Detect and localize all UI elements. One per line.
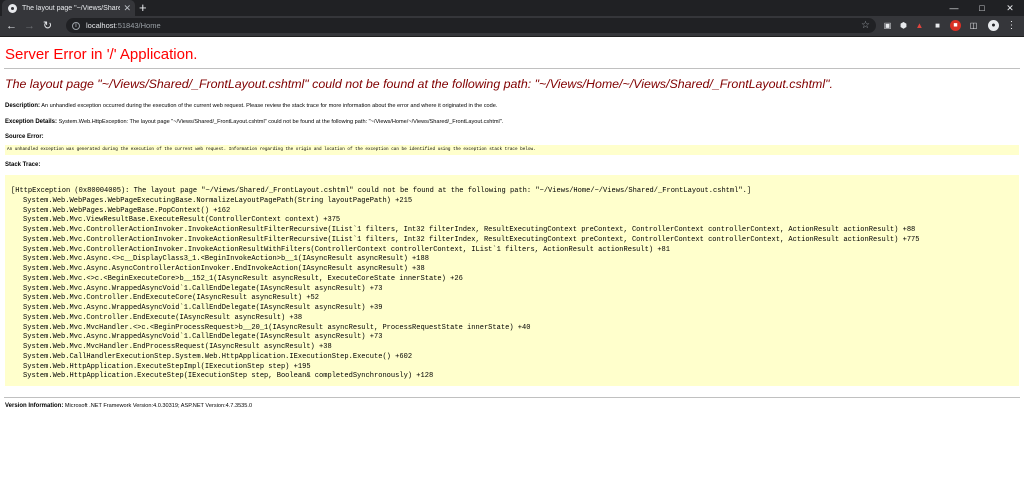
- exception-label: Exception Details:: [5, 119, 58, 125]
- stack-frame-line: System.Web.Mvc.ControllerActionInvoker.I…: [23, 226, 916, 234]
- url-text[interactable]: localhost:51843/Home: [86, 21, 861, 30]
- extension-icon[interactable]: ◫: [968, 20, 979, 31]
- tab-title: The layout page "~/Views/Shared/_FrontLa…: [22, 4, 121, 12]
- source-error-heading: Source Error:: [5, 134, 44, 140]
- extension-icon[interactable]: ⬢: [898, 20, 909, 31]
- close-icon[interactable]: ✕: [123, 3, 131, 13]
- stack-frame-line: System.Web.Mvc.Async.AsyncControllerActi…: [23, 265, 425, 273]
- stack-frame-line: System.Web.WebPages.WebPageBase.PopConte…: [23, 206, 231, 215]
- stack-frame-line: System.Web.Mvc.MvcHandler.<>c.<BeginProc…: [23, 323, 531, 332]
- stack-frame-line: System.Web.Mvc.Controller.EndExecuteCore…: [23, 294, 320, 303]
- forward-arrow-icon[interactable]: →: [22, 20, 37, 32]
- exception-line: Exception Details: System.Web.HttpExcept…: [5, 119, 1020, 125]
- new-tab-button[interactable]: +: [139, 1, 147, 15]
- star-icon[interactable]: ☆: [861, 20, 870, 31]
- back-arrow-icon[interactable]: ←: [4, 20, 19, 32]
- description-line: Description: An unhandled exception occu…: [5, 103, 1020, 109]
- version-text: Microsoft .NET Framework Version:4.0.303…: [63, 403, 253, 409]
- info-icon[interactable]: i: [72, 21, 80, 30]
- exception-text: System.Web.HttpException: The layout pag…: [57, 119, 504, 125]
- stack-frame-line: System.Web.Mvc.ViewResultBase.ExecuteRes…: [23, 216, 341, 225]
- stack-frame-line: System.Web.Mvc.Async.WrappedAsyncVoid`1.…: [23, 284, 383, 293]
- divider: [4, 68, 1020, 69]
- error-title: The layout page "~/Views/Shared/_FrontLa…: [5, 77, 833, 91]
- stack-frame-line: System.Web.CallHandlerExecutionStep.Syst…: [23, 352, 413, 361]
- extension-icon[interactable]: ▲: [914, 20, 925, 31]
- browser-tab[interactable]: The layout page "~/Views/Shared/_FrontLa…: [2, 0, 135, 16]
- maximize-icon[interactable]: □: [968, 0, 996, 16]
- stack-frame-line: System.Web.HttpApplication.ExecuteStepIm…: [23, 362, 311, 371]
- stack-trace-heading: Stack Trace:: [5, 162, 41, 168]
- stack-frame-line: System.Web.Mvc.MvcHandler.EndProcessRequ…: [23, 343, 332, 351]
- error-page: Server Error in '/' Application. The lay…: [0, 46, 1024, 409]
- version-label: Version Information:: [5, 403, 64, 409]
- stack-trace-box: [HttpException (0x80004005): The layout …: [5, 175, 1019, 386]
- minimize-icon[interactable]: —: [940, 0, 968, 16]
- description-text: An unhandled exception occurred during t…: [40, 103, 498, 109]
- page-title: Server Error in '/' Application.: [5, 46, 198, 63]
- stack-frame-line: System.Web.Mvc.ControllerActionInvoker.I…: [23, 245, 671, 254]
- stack-frame-line: System.Web.Mvc.Async.WrappedAsyncVoid`1.…: [23, 333, 383, 342]
- stack-frame-line: System.Web.Mvc.Async.WrappedAsyncVoid`1.…: [23, 304, 383, 312]
- description-label: Description:: [5, 103, 41, 109]
- extension-icon[interactable]: ▣: [882, 20, 893, 31]
- version-line: Version Information: Microsoft .NET Fram…: [5, 403, 1020, 409]
- divider: [4, 397, 1020, 398]
- stack-frame-line: System.Web.Mvc.Controller.EndExecute(IAs…: [23, 313, 303, 322]
- address-bar[interactable]: i localhost:51843/Home ☆: [66, 18, 876, 33]
- window-close-icon[interactable]: ✕: [996, 0, 1024, 16]
- profile-avatar-icon[interactable]: ●: [988, 20, 999, 31]
- stack-frame-line: System.Web.HttpApplication.ExecuteStep(I…: [23, 372, 434, 381]
- reload-icon[interactable]: ↻: [40, 20, 55, 32]
- stack-trace-header: [HttpException (0x80004005): The layout …: [11, 187, 752, 195]
- favicon-icon: [8, 3, 17, 13]
- menu-icon[interactable]: ⋮: [1006, 20, 1017, 31]
- extension-icon[interactable]: ■: [950, 20, 961, 31]
- stack-frame-line: System.Web.Mvc.<>c.<BeginExecuteCore>b__…: [23, 274, 463, 283]
- stack-frame-line: System.Web.Mvc.Async.<>c__DisplayClass3_…: [23, 255, 429, 264]
- source-error-box: An unhandled exception was generated dur…: [5, 145, 1019, 155]
- tab-strip: The layout page "~/Views/Shared/_FrontLa…: [0, 0, 1024, 16]
- extension-icon[interactable]: ■: [932, 20, 943, 31]
- stack-frames: System.Web.WebPages.WebPageExecutingBase…: [11, 197, 1019, 382]
- browser-toolbar: ← → ↻ i localhost:51843/Home ☆ ▣ ⬢ ▲ ■ ■…: [0, 16, 1024, 37]
- stack-frame-line: System.Web.WebPages.WebPageExecutingBase…: [23, 196, 413, 205]
- stack-frame-line: System.Web.Mvc.ControllerActionInvoker.I…: [23, 235, 920, 244]
